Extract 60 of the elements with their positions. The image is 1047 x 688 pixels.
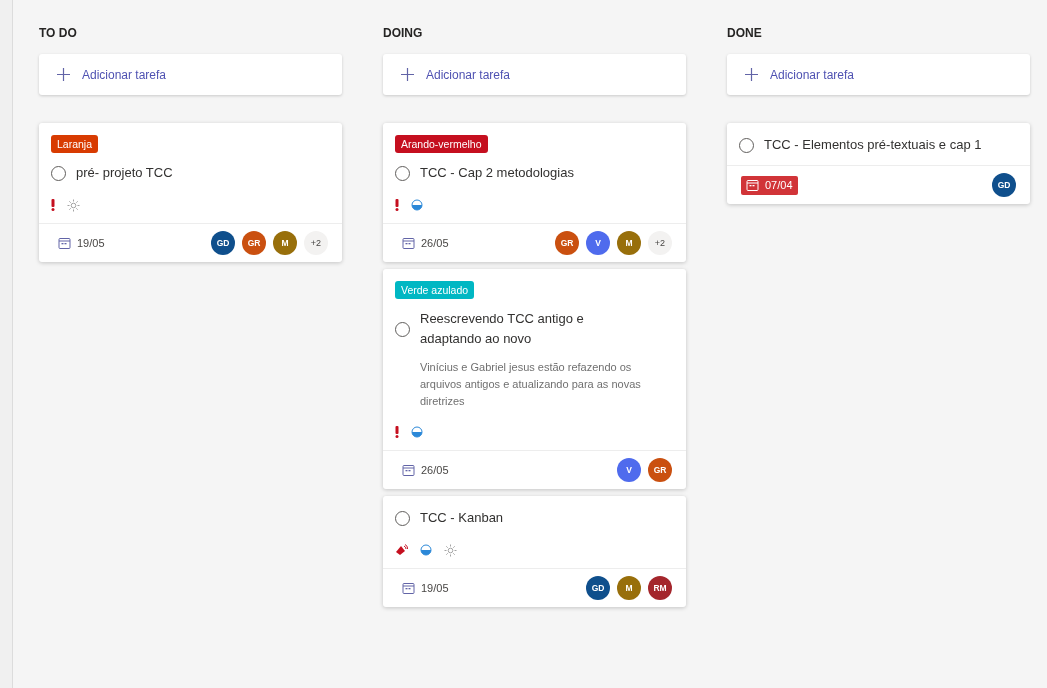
task-card[interactable]: Verde azulado Reescrevendo TCC antigo e adaptando ao novo Vinícius e Gabriel jesus estão refazendo os arquivos antigos e atualizando para as novas diretrizes 26/05 V GR [383,269,686,489]
avatar: V [617,458,641,482]
add-task-button[interactable]: Adicionar tarefa [727,54,1030,95]
label-tag: Arando-vermelho [395,135,488,153]
calendar-icon [58,236,71,250]
sun-icon [444,543,457,557]
task-title: pré- projeto TCC [76,164,173,182]
complete-checkbox[interactable] [395,510,410,526]
task-card[interactable]: Arando-vermelho TCC - Cap 2 metodologias 26/05 GR V M +2 [383,123,686,262]
task-card[interactable]: Laranja pré- projeto TCC 19/05 GD GR M +2 [39,123,342,262]
avatar: GR [242,231,266,255]
task-title: TCC - Kanban [420,509,504,527]
avatar: GR [555,231,579,255]
add-task-button[interactable]: Adicionar tarefa [383,54,686,95]
add-task-button[interactable]: Adicionar tarefa [39,54,342,95]
label-tag: Verde azulado [395,281,475,299]
task-description: Vinícius e Gabriel jesus estão refazendo os arquivos antigos e atualizando para as novas diretrizes [420,360,642,409]
due-date: 07/04 [741,175,798,195]
avatar: M [617,576,641,600]
calendar-icon [746,178,759,192]
complete-checkbox[interactable] [739,137,754,153]
due-date: 19/05 [53,233,110,253]
half-circle-icon [420,544,432,556]
more-assignees-count: +2 [304,231,328,255]
avatar: GD [586,576,610,600]
due-date: 26/05 [397,233,454,253]
exclamation-icon [395,426,399,438]
column-title: DOING [383,26,424,42]
complete-checkbox[interactable] [395,321,410,337]
avatar: M [617,231,641,255]
more-assignees-count: +2 [648,231,672,255]
avatar: GD [211,231,235,255]
task-card[interactable]: TCC - Elementos pré-textuais e cap 1 07/04 GD [727,123,1030,204]
complete-checkbox[interactable] [395,165,410,181]
due-date: 26/05 [397,460,454,480]
label-tag: Laranja [51,135,99,153]
task-title: Reescrevendo TCC antigo e adaptando ao novo [420,310,585,348]
complete-checkbox[interactable] [51,165,66,181]
plus-icon [401,68,414,81]
avatar: M [273,231,297,255]
task-card[interactable]: TCC - Kanban 19/05 GD M RM [383,496,686,607]
avatar: V [586,231,610,255]
task-title: TCC - Cap 2 metodologias [420,164,574,182]
avatar: RM [648,576,672,600]
task-title: TCC - Elementos pré-textuais e cap 1 [764,136,982,154]
calendar-icon [402,581,415,595]
exclamation-icon [51,199,55,211]
half-circle-icon [411,199,423,211]
column-title: TO DO [39,26,78,42]
half-circle-icon [411,426,423,438]
calendar-icon [402,236,415,250]
avatar: GD [992,173,1016,197]
sun-icon [67,198,80,212]
plus-icon [745,68,758,81]
due-date: 19/05 [397,578,454,598]
calendar-icon [402,463,415,477]
column-title: DONE [727,26,763,42]
plus-icon [57,68,70,81]
exclamation-icon [395,199,399,211]
avatar: GR [648,458,672,482]
